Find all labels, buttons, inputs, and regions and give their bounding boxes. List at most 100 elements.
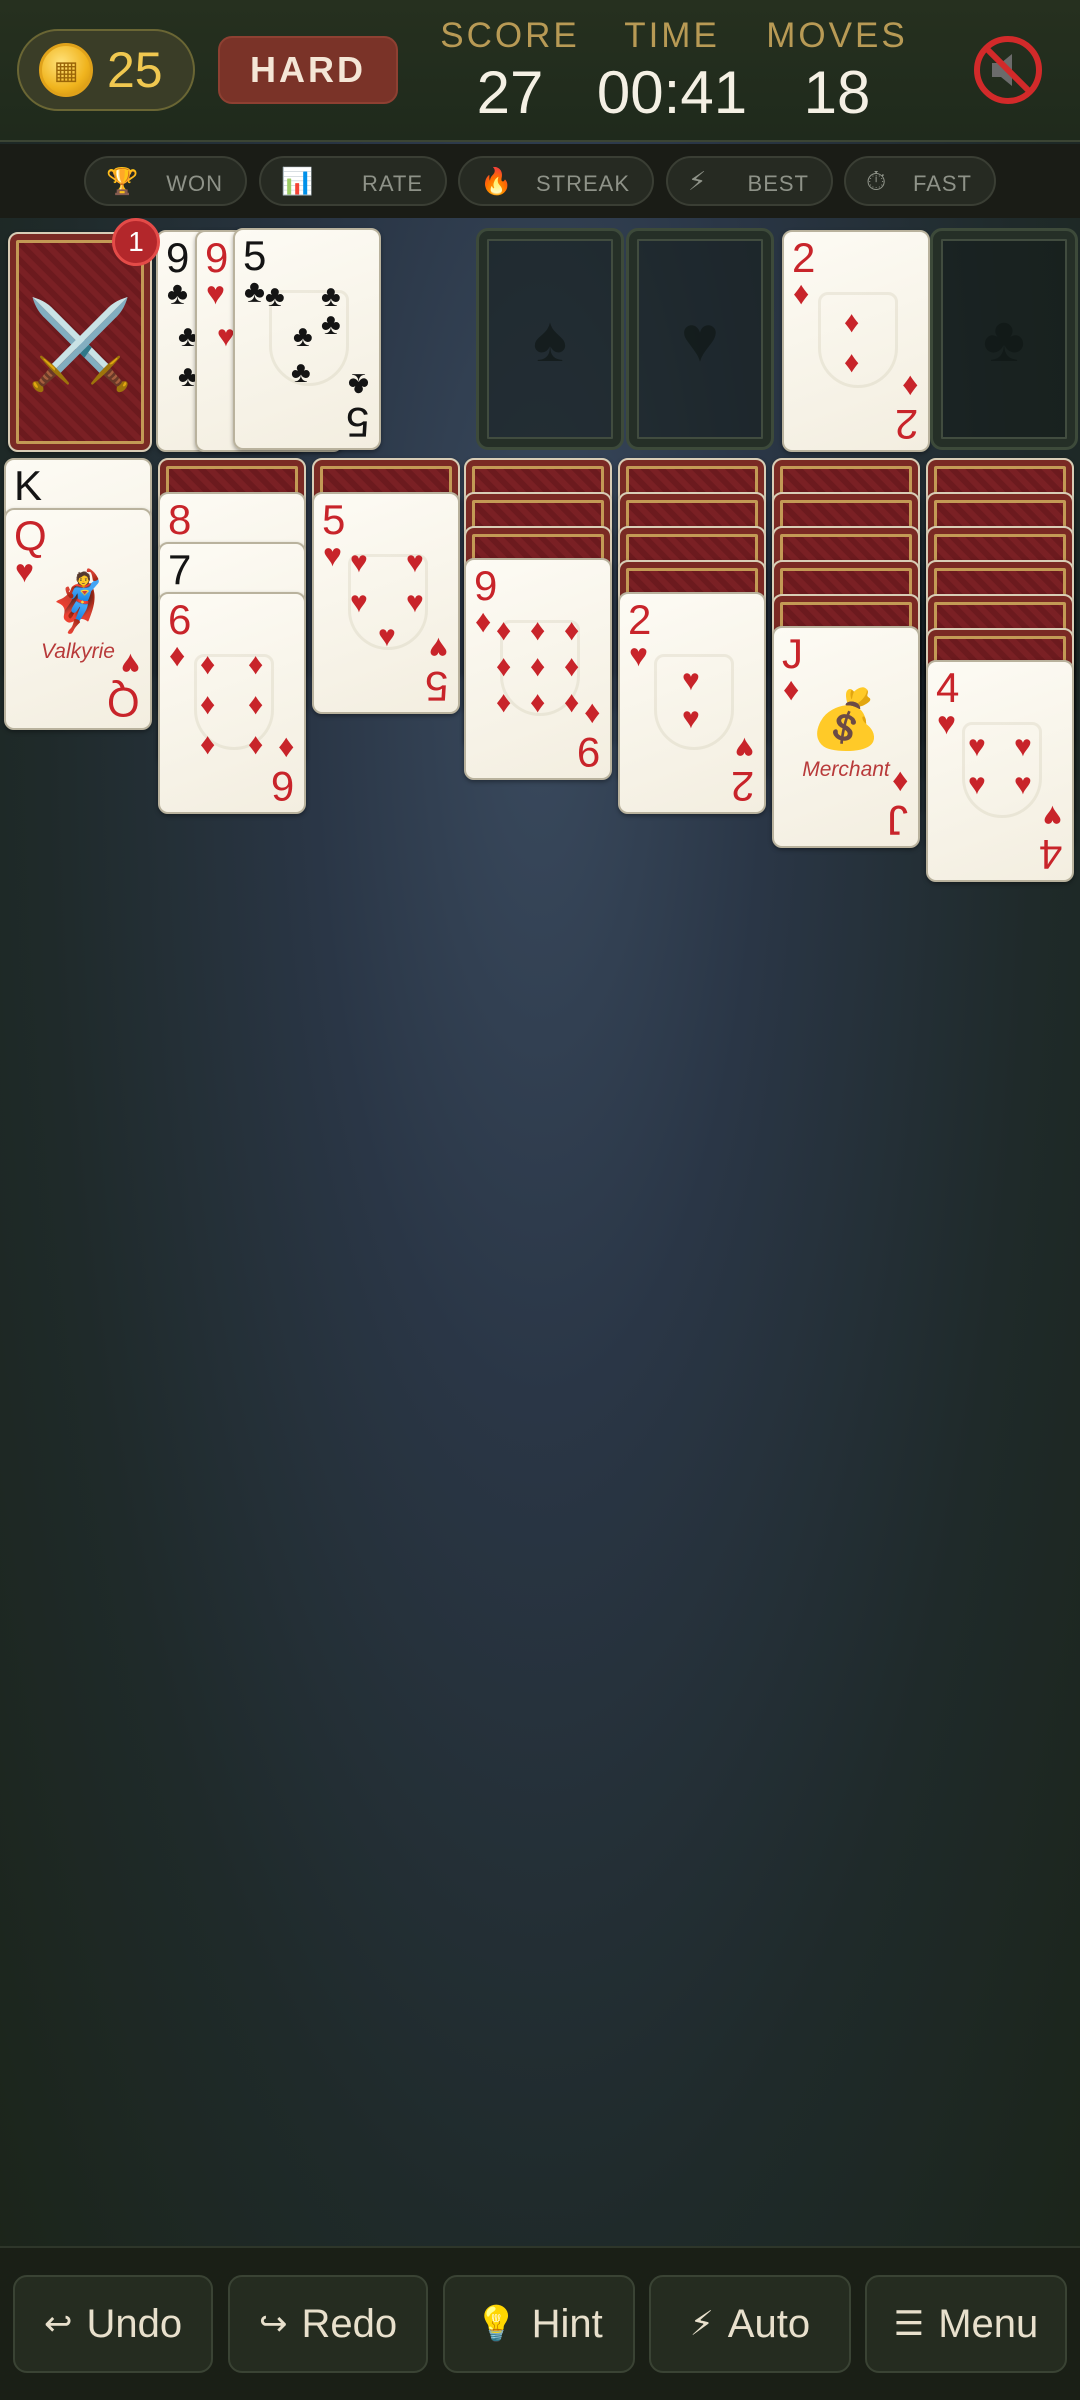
hint-label: Hint [531, 2301, 603, 2346]
stat-pill-rate[interactable]: 📊 RATE [259, 156, 447, 206]
stat-pill-fast[interactable]: ⏱ FAST [844, 156, 996, 206]
card-pip: ♥ [968, 730, 986, 763]
trophy-icon: 🏆 [106, 166, 140, 196]
muted-speaker-icon [974, 36, 1042, 104]
coin-icon: ▦ [39, 43, 93, 97]
redo-button[interactable]: ↪ Redo [228, 2275, 428, 2373]
stat-pill-best[interactable]: ⚡ BEST [666, 156, 833, 206]
tableau-card[interactable]: 9 ♦ ♦ ♦ ♦ ♦ ♦ ♦ ♦ ♦ ♦ ♦ 9 [464, 558, 612, 780]
card-rank: Q [107, 679, 140, 726]
foundation-clubs[interactable]: ♣ [930, 228, 1078, 450]
undo-icon: ↩ [43, 2305, 73, 2343]
moves-block: MOVES 18 [762, 16, 912, 127]
card-pip: ♦ [844, 346, 860, 379]
stat-pill-streak[interactable]: 🔥 STREAK [458, 156, 654, 206]
stat-pill-won[interactable]: 🏆 WON [84, 156, 247, 206]
redo-icon: ↪ [258, 2305, 288, 2343]
coin-count: 25 [107, 42, 163, 98]
card-pip: ♦ [248, 688, 264, 721]
card-pip: ♣ [291, 356, 311, 389]
money-bag-icon: 💰 [809, 687, 883, 752]
card-rank: J [887, 797, 908, 844]
hint-button[interactable]: 💡 Hint [443, 2275, 635, 2373]
foundation-spades[interactable]: ♠ [476, 228, 624, 450]
card-suit: ♥ [323, 537, 342, 573]
card-pip: ♥ [968, 768, 986, 801]
sound-toggle-button[interactable] [972, 34, 1044, 106]
card-suit: ♥ [937, 705, 956, 741]
header: ▦ 25 HARD SCORE 27 TIME 00:41 MOVES 18 [0, 0, 1080, 142]
card-rank: 5 [345, 399, 369, 446]
card-pip: ♥ [1014, 768, 1032, 801]
difficulty-badge[interactable]: HARD [218, 36, 398, 104]
stopwatch-icon: ⏱ [866, 166, 888, 196]
undo-label: Undo [86, 2301, 183, 2346]
stock-count-badge: 1 [112, 218, 160, 266]
menu-button[interactable]: ☰ Menu [865, 2275, 1067, 2373]
card-rank: 4 [1038, 831, 1062, 878]
stat-label: STREAK [535, 171, 630, 196]
card-pip: ♥ [1014, 730, 1032, 763]
lightbulb-icon: 💡 [475, 2305, 518, 2343]
card-rank: 9 [576, 729, 600, 776]
tableau-card[interactable]: J ♦ 💰 Merchant ♦ J [772, 626, 920, 848]
card-pip: ♦ [530, 686, 546, 719]
tableau-card[interactable]: 5 ♥ ♥ ♥ ♥ ♥ ♥ ♥ 5 [312, 492, 460, 714]
spade-icon: ♠ [533, 303, 567, 375]
card-pip: ♣ [321, 308, 341, 341]
card-pip: ♣ [265, 280, 285, 313]
valkyrie-icon: 🦸 [41, 569, 115, 634]
stat-label: WON [166, 171, 223, 196]
card-pip: ♥ [682, 702, 700, 735]
card-rank: 8 [168, 496, 192, 543]
card-pip: ♥ [350, 586, 368, 619]
tableau-card[interactable]: Q ♥ 🦸 Valkyrie ♥ Q [4, 508, 152, 730]
tableau-card[interactable]: 2 ♥ ♥ ♥ ♥ 2 [618, 592, 766, 814]
score-value: 27 [476, 59, 544, 126]
time-label: TIME [624, 16, 720, 55]
tableau-card[interactable]: 6 ♦ ♦ ♦ ♦ ♦ ♦ ♦ ♦ 6 [158, 592, 306, 814]
hamburger-icon: ☰ [893, 2305, 925, 2343]
card-pip: ♦ [530, 650, 546, 683]
card-suit: ♦ [583, 697, 600, 733]
heart-icon: ♥ [681, 303, 719, 375]
tableau-card[interactable]: 4 ♥ ♥ ♥ ♥ ♥ ♥ 4 [926, 660, 1074, 882]
score-label: SCORE [440, 16, 580, 55]
card-pip: ♦ [200, 688, 216, 721]
redo-label: Redo [301, 2301, 398, 2346]
card-suit: ♥ [1043, 799, 1062, 835]
foundation-diamonds[interactable]: 2 ♦ ♦ ♦ ♦ 2 [782, 230, 930, 452]
card-pip: ♦ [564, 650, 580, 683]
stats-bar: 🏆 WON 📊 RATE 🔥 STREAK ⚡ BEST ⏱ FAST [0, 144, 1080, 218]
card-rank: 7 [168, 546, 192, 593]
auto-label: Auto [727, 2301, 811, 2346]
card-pip: ♦ [844, 306, 860, 339]
card-suit: ♦ [891, 765, 908, 801]
card-pip: ♦ [496, 650, 512, 683]
moves-value: 18 [803, 59, 871, 126]
coin-counter[interactable]: ▦ 25 [17, 29, 195, 111]
card-pip: ♦ [248, 648, 264, 681]
card-suit: ♦ [277, 731, 294, 767]
card-suit: ♥ [121, 647, 140, 683]
menu-label: Menu [938, 2301, 1039, 2346]
card-pip: ♥ [682, 664, 700, 697]
crossed-swords-icon: ⚔️ [26, 297, 134, 393]
card-suit: ♥ [429, 631, 448, 667]
card-suit: ♦ [475, 603, 492, 639]
card-rank: 6 [270, 763, 294, 810]
foundation-hearts[interactable]: ♥ [626, 228, 774, 450]
auto-button[interactable]: ⚡ Auto [649, 2275, 851, 2373]
card-suit: ♦ [901, 369, 918, 405]
bar-chart-icon: 📊 [281, 166, 315, 196]
waste-top-card[interactable]: 5 ♣ ♣ ♣ ♣ ♣ ♣ ♣ 5 [233, 228, 381, 450]
lightning-icon: ⚡ [689, 2305, 714, 2343]
card-rank: 2 [730, 763, 754, 810]
card-pip: ♦ [564, 614, 580, 647]
card-pip: ♦ [200, 728, 216, 761]
card-rank: K [14, 462, 43, 509]
card-pip: ♦ [496, 614, 512, 647]
card-pip: ♥ [406, 546, 424, 579]
card-suit: ♥ [629, 637, 648, 673]
undo-button[interactable]: ↩ Undo [13, 2275, 213, 2373]
